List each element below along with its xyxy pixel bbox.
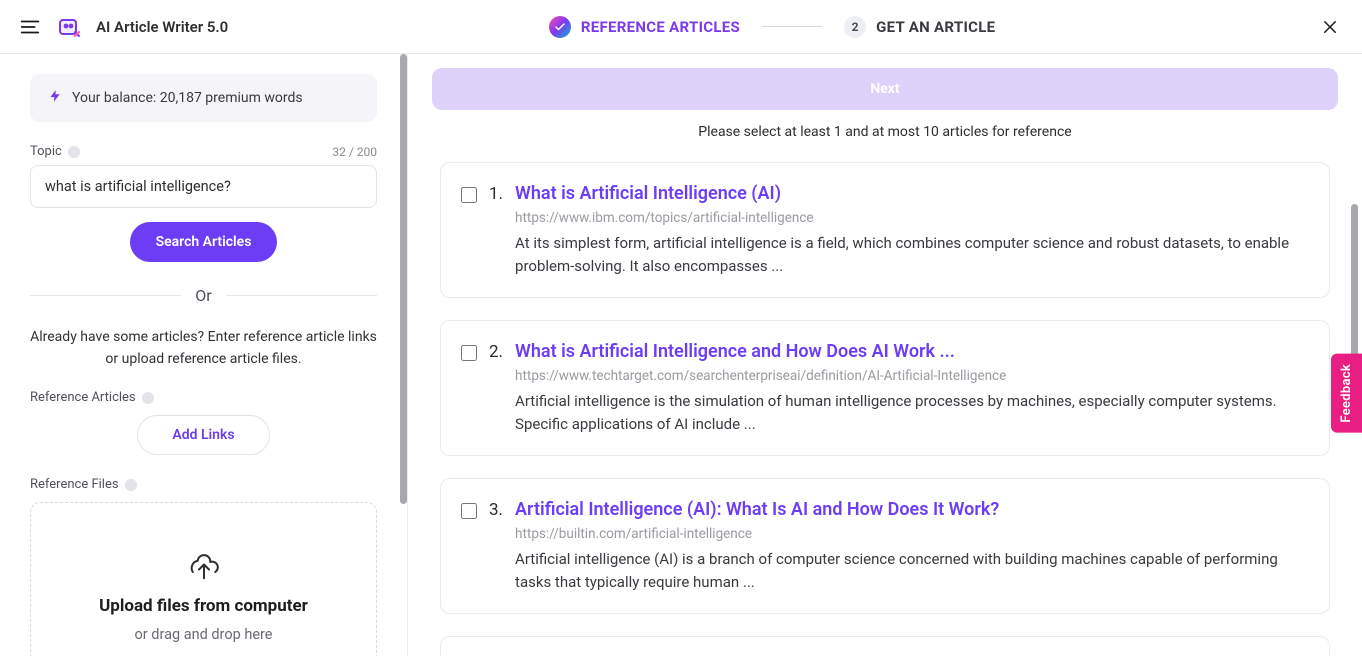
next-button[interactable]: Next — [432, 68, 1338, 110]
reference-files-label: Reference Files — [30, 477, 377, 492]
result-number: 1. — [489, 184, 503, 277]
result-snippet: Artificial intelligence is the simulatio… — [515, 390, 1303, 435]
helper-text: Already have some articles? Enter refere… — [30, 327, 377, 370]
close-icon[interactable] — [1316, 13, 1344, 41]
result-snippet: Artificial intelligence (AI) is a branch… — [515, 548, 1303, 593]
result-card: 1. What is Artificial Intelligence (AI) … — [440, 162, 1330, 298]
selection-hint: Please select at least 1 and at most 10 … — [432, 124, 1338, 140]
result-title-link[interactable]: Artificial Intelligence (AI): What Is AI… — [515, 499, 1303, 520]
step1-label: REFERENCE ARTICLES — [581, 18, 740, 36]
scrollbar-thumb[interactable] — [400, 54, 407, 504]
feedback-tab[interactable]: Feedback — [1331, 354, 1362, 433]
step-connector — [762, 26, 822, 27]
balance-pill: Your balance: 20,187 premium words — [30, 74, 377, 122]
result-checkbox[interactable] — [461, 503, 477, 519]
check-icon — [549, 16, 571, 38]
result-url: https://builtin.com/artificial-intellige… — [515, 526, 1303, 542]
result-number: 2. — [489, 342, 503, 435]
left-panel: Your balance: 20,187 premium words Topic… — [0, 54, 408, 656]
result-url: https://www.techtarget.com/searchenterpr… — [515, 368, 1303, 384]
result-checkbox[interactable] — [461, 345, 477, 361]
topic-input[interactable] — [30, 165, 377, 208]
info-icon[interactable] — [125, 479, 137, 491]
app-title: AI Article Writer 5.0 — [96, 18, 228, 36]
result-card: 4. What Is AI? Learn About Artificial In… — [440, 636, 1330, 656]
step-get-an-article[interactable]: 2 GET AN ARTICLE — [844, 16, 995, 38]
header: AI Article Writer 5.0 REFERENCE ARTICLES… — [0, 0, 1362, 54]
main-panel: Next Please select at least 1 and at mos… — [408, 54, 1362, 656]
step-reference-articles[interactable]: REFERENCE ARTICLES — [549, 16, 740, 38]
result-snippet: At its simplest form, artificial intelli… — [515, 232, 1303, 277]
results-list: 1. What is Artificial Intelligence (AI) … — [432, 162, 1338, 656]
wizard-steps: REFERENCE ARTICLES 2 GET AN ARTICLE — [244, 16, 1300, 38]
result-card: 3. Artificial Intelligence (AI): What Is… — [440, 478, 1330, 614]
step2-label: GET AN ARTICLE — [876, 18, 995, 36]
result-title-link[interactable]: What is Artificial Intelligence and How … — [515, 341, 1303, 362]
file-dropzone[interactable]: Upload files from computer or drag and d… — [30, 502, 377, 656]
upload-icon — [189, 552, 219, 586]
add-links-button[interactable]: Add Links — [137, 415, 269, 455]
topic-counter: 32 / 200 — [332, 145, 377, 159]
result-title-link[interactable]: What is Artificial Intelligence (AI) — [515, 183, 1303, 204]
info-icon[interactable] — [68, 146, 80, 158]
search-articles-button[interactable]: Search Articles — [130, 222, 278, 262]
dropzone-sub: or drag and drop here — [135, 626, 273, 643]
or-divider: Or — [30, 286, 377, 305]
topic-label: Topic — [30, 144, 80, 159]
result-number: 3. — [489, 500, 503, 593]
header-left: AI Article Writer 5.0 — [18, 14, 228, 40]
bolt-icon — [48, 88, 62, 108]
menu-icon[interactable] — [18, 15, 42, 39]
balance-text: Your balance: 20,187 premium words — [72, 90, 303, 106]
result-url: https://www.ibm.com/topics/artificial-in… — [515, 210, 1303, 226]
result-checkbox[interactable] — [461, 187, 477, 203]
app-logo-icon — [56, 14, 82, 40]
info-icon[interactable] — [142, 392, 154, 404]
dropzone-title: Upload files from computer — [99, 596, 308, 616]
step2-number-badge: 2 — [844, 16, 866, 38]
result-card: 2. What is Artificial Intelligence and H… — [440, 320, 1330, 456]
reference-articles-label: Reference Articles — [30, 390, 377, 405]
